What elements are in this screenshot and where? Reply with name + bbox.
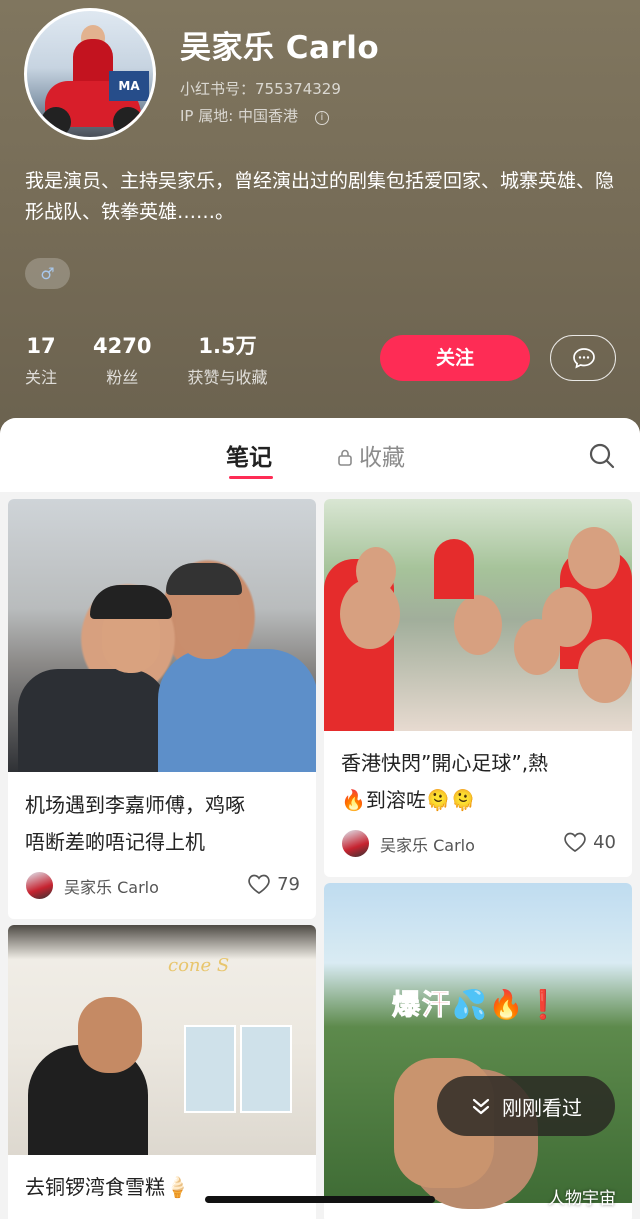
note-card[interactable]: 香港快閃”開心足球”,熱 🔥到溶咗🫠🫠 吴家乐 Carlo 40 xyxy=(324,499,632,877)
tab-collections-label: 收藏 xyxy=(359,445,405,471)
ip-location-text: IP 属地: 中国香港 xyxy=(180,107,299,125)
chat-bubble-icon xyxy=(573,348,595,369)
avatar xyxy=(341,829,370,858)
note-cover-image: cone S xyxy=(8,925,316,1155)
red-id[interactable]: 小红书号：755374329 xyxy=(180,78,341,99)
avatar xyxy=(25,871,54,900)
note-title: 香港快閃”開心足球”,熱 🔥到溶咗🫠🫠 xyxy=(341,745,548,819)
profile-name: 吴家乐 Carlo xyxy=(180,30,380,66)
like-count: 40 xyxy=(593,831,616,853)
stat-following-value: 17 xyxy=(26,334,56,358)
heart-icon xyxy=(248,874,270,895)
note-cover-image xyxy=(8,499,316,772)
avatar-wheel xyxy=(41,107,71,137)
note-title-line: 🔥到溶咗🫠🫠 xyxy=(341,788,476,812)
note-author[interactable]: 吴家乐 Carlo xyxy=(25,871,159,900)
stat-likes-value: 1.5万 xyxy=(198,334,257,358)
stat-fans[interactable]: 4270 粉丝 xyxy=(93,332,151,388)
watermark: 人物宇宙 xyxy=(548,1189,616,1209)
home-indicator[interactable] xyxy=(205,1196,435,1203)
avatar-wheel xyxy=(113,107,143,137)
note-card[interactable]: 机场遇到李嘉师傅，鸡啄 唔断差啲唔记得上机 吴家乐 Carlo 79 xyxy=(8,499,316,919)
profile-avatar[interactable]: MA xyxy=(24,8,156,140)
note-card[interactable]: cone S 去铜锣湾食雪糕🍦 xyxy=(8,925,316,1219)
lock-icon xyxy=(337,446,353,466)
note-cover-image xyxy=(324,499,632,731)
stat-likes-collects[interactable]: 1.5万 获赞与收藏 xyxy=(187,332,267,388)
recently-viewed-label: 刚刚看过 xyxy=(502,1095,582,1120)
message-button[interactable] xyxy=(550,335,616,381)
note-title: 去铜锣湾食雪糕🍦 xyxy=(25,1169,190,1206)
like-button[interactable]: 40 xyxy=(563,831,616,853)
stat-fans-label: 粉丝 xyxy=(106,368,139,387)
like-button[interactable]: 79 xyxy=(247,873,300,895)
cover-text: 爆汗💦🔥❗ xyxy=(392,988,563,1022)
note-title-line: 唔断差啲唔记得上机 xyxy=(25,830,205,854)
profile-bio: 我是演员、主持吴家乐，曾经演出过的剧集包括爱回家、城寨英雄、隐形战队、铁拳英雄…… xyxy=(25,170,615,223)
recently-viewed-button[interactable]: 刚刚看过 xyxy=(437,1076,615,1136)
note-card[interactable]: 爆汗💦🔥❗ xyxy=(324,883,632,1219)
info-icon[interactable]: i xyxy=(314,111,329,125)
tab-bar: 笔记 收藏 xyxy=(0,418,640,492)
tab-notes[interactable]: 笔记 xyxy=(226,438,273,479)
profile-stats: 17 关注 4270 粉丝 1.5万 获赞与收藏 xyxy=(25,332,303,388)
note-title-line: 去铜锣湾食雪糕🍦 xyxy=(25,1175,190,1199)
stat-following[interactable]: 17 关注 xyxy=(25,332,57,388)
search-icon[interactable] xyxy=(588,442,616,470)
ip-location: IP 属地: 中国香港 i xyxy=(180,105,329,126)
stat-following-label: 关注 xyxy=(25,368,58,387)
gender-icon: ♂ xyxy=(25,258,70,289)
chevron-double-down-icon xyxy=(472,1098,490,1115)
note-author-name: 吴家乐 Carlo xyxy=(64,877,159,897)
stat-fans-value: 4270 xyxy=(93,334,152,358)
avatar-sign: MA xyxy=(109,71,149,101)
note-author[interactable]: 吴家乐 Carlo xyxy=(341,829,475,858)
note-cover-image: 爆汗💦🔥❗ xyxy=(324,883,632,1209)
note-title: 机场遇到李嘉师傅，鸡啄 唔断差啲唔记得上机 xyxy=(25,787,245,861)
follow-button[interactable]: 关注 xyxy=(380,335,530,381)
heart-icon xyxy=(564,832,586,853)
note-title-line: 香港快閃”開心足球”,熱 xyxy=(341,751,549,775)
like-count: 79 xyxy=(277,873,300,895)
shop-sign: cone S xyxy=(168,955,230,976)
tab-collections[interactable]: 收藏 xyxy=(337,438,405,472)
note-author-name: 吴家乐 Carlo xyxy=(380,835,475,855)
stat-likes-label: 获赞与收藏 xyxy=(187,368,268,387)
profile-header: MA 吴家乐 Carlo 小红书号：755374329 IP 属地: 中国香港 … xyxy=(0,0,640,440)
note-title-line: 机场遇到李嘉师傅，鸡啄 xyxy=(25,793,245,817)
